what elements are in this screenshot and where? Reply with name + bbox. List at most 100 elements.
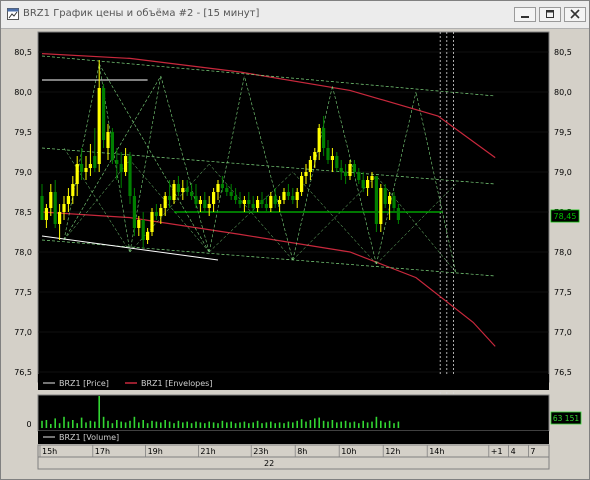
volume-bar-26	[155, 421, 158, 428]
volume-bar-28	[164, 420, 166, 428]
chart-area: 80,5 80,0 79,5 79,0 78,5 78,0 77,5 77,0 76,5 80,…	[14, 31, 582, 470]
volume-bar-7	[72, 420, 74, 428]
volume-bar-61	[309, 420, 312, 428]
candle-body-25	[150, 212, 154, 232]
volume-bar-58	[296, 420, 298, 428]
y-tick-left-4: 78,5	[14, 208, 32, 217]
candle-body-54	[278, 200, 282, 204]
candle-body-67	[335, 156, 339, 168]
volume-bar-0	[41, 420, 43, 428]
y-tick-right-6: 77,5	[554, 288, 572, 297]
volume-bar-13	[98, 396, 100, 428]
candle-body-17	[115, 160, 119, 164]
candle-body-10	[84, 168, 88, 172]
volume-bar-33	[186, 421, 188, 428]
candle-body-27	[159, 208, 163, 216]
candle-body-26	[154, 212, 158, 216]
candle-body-7	[71, 184, 75, 196]
candle-body-58	[295, 192, 299, 200]
candle-body-76	[374, 176, 378, 224]
price-panel[interactable]	[37, 31, 550, 383]
volume-bar-41	[221, 420, 224, 428]
candle-body-5	[62, 204, 66, 212]
y-tick-left-1: 80,0	[14, 88, 32, 97]
candle-body-73	[361, 180, 365, 188]
candle-body-35	[194, 196, 198, 204]
volume-bar-46	[243, 421, 246, 428]
minimize-button[interactable]	[514, 7, 536, 22]
volume-bar-31	[177, 420, 180, 428]
candle-body-69	[344, 172, 348, 176]
y-tick-left-5: 78,0	[14, 248, 32, 257]
volume-bar-44	[234, 423, 237, 428]
candle-body-20	[128, 156, 132, 196]
volume-bar-60	[305, 421, 307, 428]
volume-bar-42	[226, 422, 228, 428]
time-label-0: 15h	[42, 447, 57, 456]
date-label: 22	[264, 459, 274, 468]
volume-bar-52	[270, 421, 272, 428]
y-tick-right-8: 76,5	[554, 368, 572, 377]
time-label-10: 4	[511, 447, 516, 456]
volume-bar-34	[190, 423, 193, 428]
time-label-4: 23h	[253, 447, 268, 456]
candle-body-19	[124, 156, 128, 172]
y-tick-left-2: 79,5	[14, 128, 32, 137]
volume-bar-64	[322, 420, 325, 428]
candle-body-22	[137, 220, 141, 228]
candle-body-31	[176, 184, 180, 192]
maximize-button[interactable]	[539, 7, 561, 22]
volume-bar-66	[331, 420, 334, 428]
price-axis-left: 80,5 80,0 79,5 79,0 78,5 78,0 77,5 77,0 76,5	[14, 48, 32, 377]
volume-bar-4	[58, 423, 61, 428]
volume-bar-57	[292, 422, 294, 428]
candle-body-38	[207, 204, 211, 208]
candle-body-44	[234, 196, 238, 200]
y-tick-right-1: 80,0	[554, 88, 572, 97]
y-tick-left-7: 77,0	[14, 328, 32, 337]
volume-bar-65	[327, 421, 329, 428]
volume-bar-54	[278, 422, 281, 428]
candle-body-34	[190, 192, 194, 196]
volume-bar-6	[67, 421, 70, 428]
last-price-value: 78,45	[554, 212, 577, 221]
candle-body-0	[40, 196, 44, 220]
minimize-icon	[521, 16, 529, 18]
time-label-9: +1	[491, 447, 503, 456]
close-icon	[570, 9, 580, 19]
volume-bar-12	[94, 421, 96, 428]
volume-bar-51	[265, 422, 268, 428]
candle-body-65	[326, 148, 330, 160]
candle-body-32	[181, 188, 185, 192]
candle-body-72	[357, 172, 361, 180]
time-label-7: 12h	[385, 447, 400, 456]
candle-body-68	[339, 168, 343, 172]
volume-bar-9	[80, 417, 83, 428]
volume-bar-35	[195, 421, 197, 428]
volume-bar-67	[336, 422, 338, 428]
candle-body-24	[146, 232, 150, 240]
candle-body-53	[273, 196, 277, 204]
volume-bar-17	[116, 420, 118, 428]
volume-bar-77	[380, 420, 382, 428]
window-title: BRZ1 График цены и объёма #2 - [15 минут…	[23, 8, 260, 19]
candle-body-21	[132, 196, 136, 228]
candle-body-70	[348, 164, 352, 176]
candle-body-30	[172, 184, 176, 200]
volume-bar-38	[208, 421, 210, 428]
candle-body-4	[58, 212, 62, 224]
candle-body-12	[93, 156, 97, 168]
close-button[interactable]	[564, 7, 586, 22]
volume-last-value: 63 151	[553, 414, 579, 423]
candle-body-50	[260, 200, 264, 204]
volume-bar-22	[138, 422, 140, 428]
title-bar[interactable]: BRZ1 График цены и объёма #2 - [15 минут…	[1, 1, 589, 29]
time-label-11: 7	[530, 447, 535, 456]
volume-bar-81	[397, 421, 400, 428]
legend-volume: BRZ1 [Volume]	[59, 433, 119, 442]
volume-bar-39	[212, 422, 215, 428]
candle-body-80	[392, 196, 396, 208]
volume-bar-55	[283, 423, 285, 428]
candle-body-47	[247, 200, 251, 204]
volume-bar-27	[160, 422, 162, 428]
